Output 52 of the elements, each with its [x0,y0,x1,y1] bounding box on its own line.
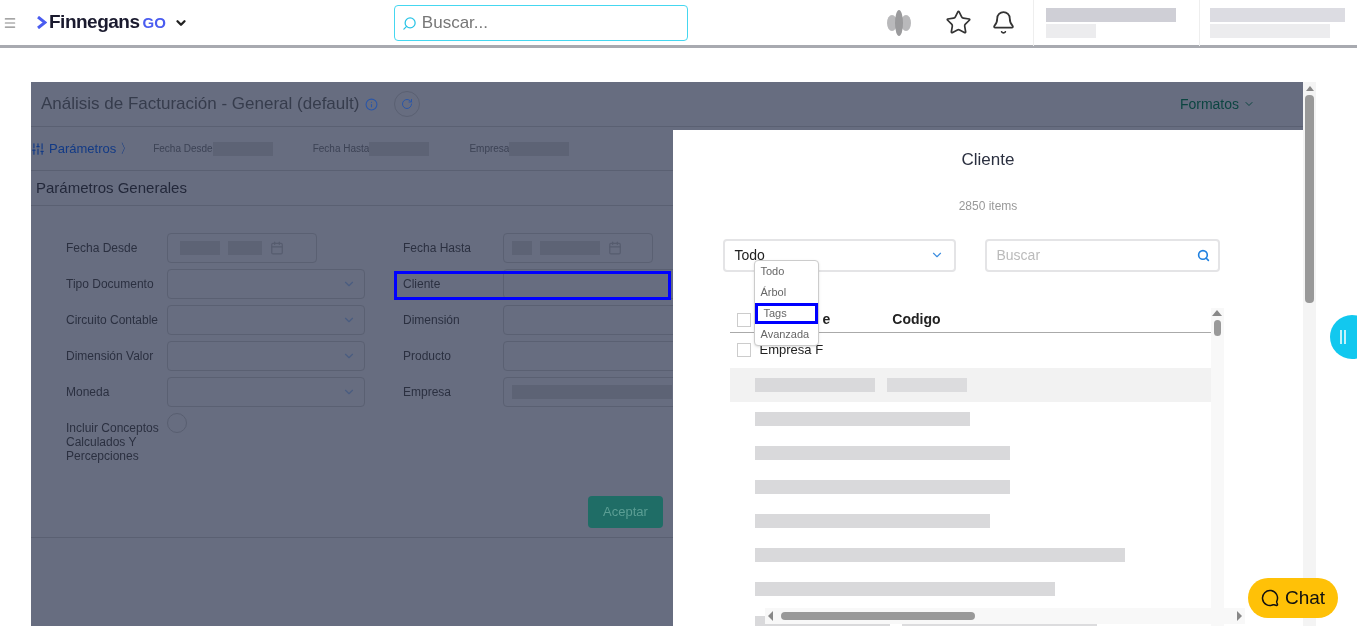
sliders-icon [31,141,45,156]
chat-icon [1260,589,1279,607]
column-header: e [822,310,831,329]
select-field[interactable] [167,341,365,371]
checkbox[interactable] [736,312,751,327]
menu-icon[interactable] [3,15,17,30]
field-label: Fecha Hasta [403,240,473,255]
scroll-thumb[interactable] [1213,319,1221,336]
field-label: Empresa [403,384,453,399]
checkbox[interactable] [736,343,751,357]
star-icon[interactable] [944,9,972,36]
field-label: Dimensión Valor [66,348,155,363]
item-count: 2850 items [958,197,1018,215]
field-label: Cliente [403,276,442,291]
field-label: Circuito Contable [66,312,160,327]
scroll-thumb[interactable] [1305,95,1314,303]
brand-suffix: GO [142,13,166,34]
menu-option[interactable]: Tags [754,302,818,324]
menu-option[interactable]: Árbol [754,281,818,303]
field-label: Incluir Conceptos Calculados Y Percepciones [66,420,160,463]
logo-chevron-icon [37,16,47,29]
modal-title: Cliente [961,149,1015,171]
select-field[interactable] [167,377,365,407]
select-field[interactable] [167,305,365,335]
refresh-icon [401,98,414,110]
search-field[interactable]: Buscar... [393,4,688,41]
scroll-up-icon [1212,309,1222,316]
column-header: Codigo [892,310,941,329]
search-icon [401,15,417,31]
section-title: Parámetros Generales [36,177,187,198]
field-label: Dimensión [403,312,461,327]
grip-icon [1340,330,1346,344]
horizontal-scrollbar[interactable] [765,608,1245,624]
scroll-up-icon [1305,86,1314,91]
field-label: Moneda [66,384,111,399]
breadcrumb-label: Parámetros [49,139,117,158]
select-field[interactable] [167,269,365,299]
chat-button[interactable]: Chat [1248,578,1338,618]
brand-name: Finnegans [49,10,140,35]
modal-search-field[interactable]: Buscar [984,238,1220,272]
field-label: Fecha Desde [66,240,139,255]
field-label: Producto [403,348,453,363]
search-icon [1196,248,1210,262]
scroll-right-icon [1237,611,1242,621]
info-icon[interactable] [365,97,379,111]
scroll-left-icon [768,611,773,621]
scroll-thumb[interactable] [781,612,975,620]
table-scrollbar[interactable] [1210,307,1224,626]
company-info[interactable] [1198,0,1345,46]
bell-icon[interactable] [990,10,1016,35]
separator-glyph: 〉 [120,139,134,158]
field-label: Tipo Documento [66,276,155,291]
